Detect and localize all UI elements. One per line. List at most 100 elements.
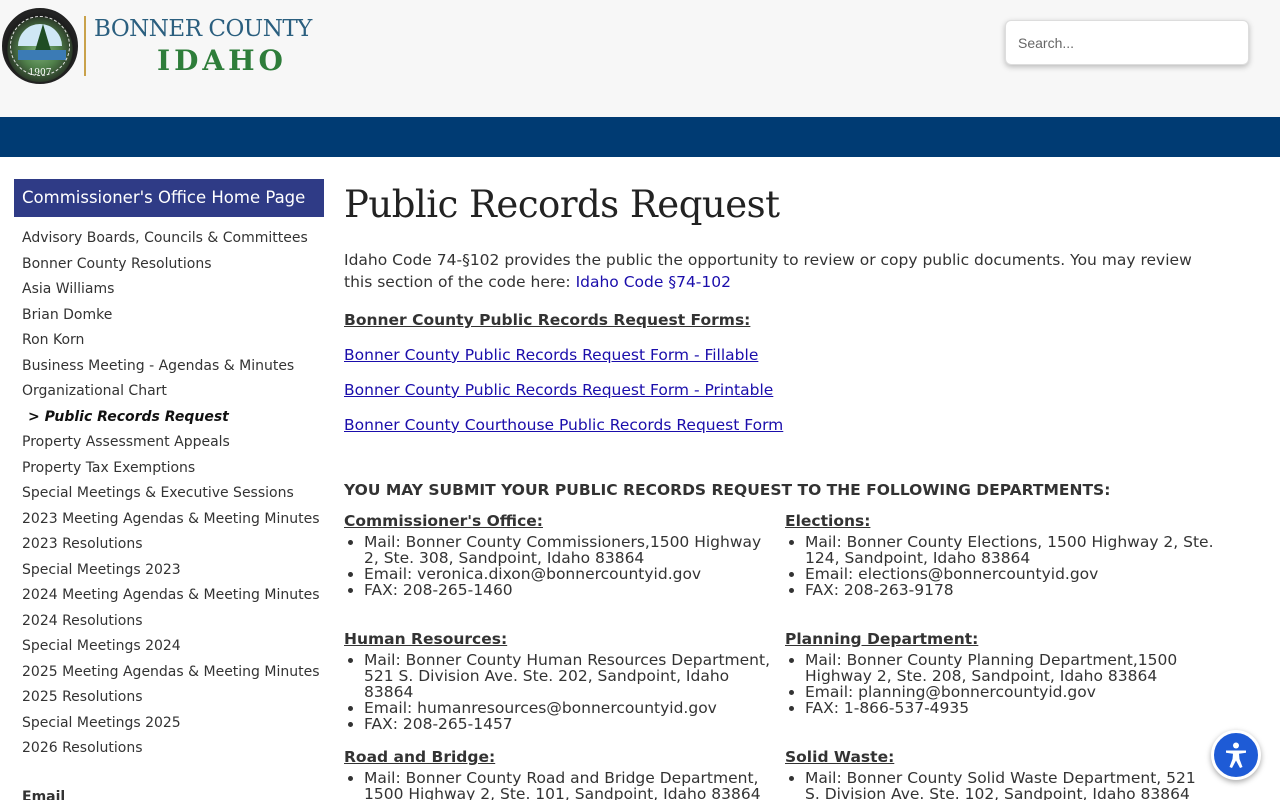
- department-mail: Mail: Bonner County Commissioners,1500 H…: [364, 534, 774, 566]
- department-elections: Elections: Mail: Bonner County Elections…: [785, 510, 1215, 598]
- department-contact-list: Mail: Bonner County Human Resources Depa…: [364, 652, 774, 732]
- sidebar-item-link[interactable]: Asia Williams: [22, 281, 114, 297]
- sidebar-item-link[interactable]: 2023 Resolutions: [22, 536, 143, 552]
- idaho-code-link[interactable]: Idaho Code §74-102: [576, 273, 731, 291]
- sidebar-item: 2025 Resolutions: [14, 685, 324, 711]
- sidebar-home-link[interactable]: Commissioner's Office Home Page: [14, 179, 324, 217]
- search-box: [1005, 20, 1249, 65]
- sidebar-item-link[interactable]: 2026 Resolutions: [22, 740, 143, 756]
- sidebar-item: Special Meetings 2025: [14, 711, 324, 737]
- department-title: Commissioner's Office:: [344, 512, 543, 530]
- accessibility-icon: [1226, 742, 1246, 768]
- sidebar-item-link[interactable]: 2024 Resolutions: [22, 613, 143, 629]
- department-fax: FAX: 208-263-9178: [805, 582, 1215, 598]
- sidebar-item-link[interactable]: 2023 Meeting Agendas & Meeting Minutes: [22, 511, 320, 527]
- departments-heading: YOU MAY SUBMIT YOUR PUBLIC RECORDS REQUE…: [344, 481, 1111, 499]
- logo-text-state: IDAHO: [157, 44, 287, 77]
- department-title: Human Resources:: [344, 630, 508, 648]
- logo-divider: [84, 16, 86, 76]
- department-mail: Mail: Bonner County Elections, 1500 High…: [805, 534, 1215, 566]
- sidebar-item-link[interactable]: Property Tax Exemptions: [22, 460, 195, 476]
- page-title: Public Records Request: [344, 183, 780, 226]
- department-fax: FAX: 208-265-1460: [364, 582, 774, 598]
- sidebar-item: Organizational Chart: [14, 379, 324, 405]
- department-title: Solid Waste:: [785, 748, 895, 766]
- seal-year: 1907: [28, 68, 52, 78]
- sidebar-item: Bonner County Resolutions: [14, 252, 324, 278]
- sidebar-item-link[interactable]: Property Assessment Appeals: [22, 434, 230, 450]
- department-title: Road and Bridge:: [344, 748, 496, 766]
- sidebar-item-link[interactable]: Brian Domke: [22, 307, 112, 323]
- sidebar-item-link[interactable]: Bonner County Resolutions: [22, 256, 212, 272]
- sidebar-item-link[interactable]: Advisory Boards, Councils & Committees: [22, 230, 308, 246]
- sidebar-item: 2023 Resolutions: [14, 532, 324, 558]
- sidebar-item: 2025 Meeting Agendas & Meeting Minutes: [14, 660, 324, 686]
- department-title: Planning Department:: [785, 630, 979, 648]
- department-title: Elections:: [785, 512, 871, 530]
- sidebar-item-link[interactable]: 2024 Meeting Agendas & Meeting Minutes: [22, 587, 320, 603]
- sidebar-item: Special Meetings & Executive Sessions: [14, 481, 324, 507]
- department-mail: Mail: Bonner County Solid Waste Departme…: [805, 770, 1215, 800]
- sidebar-item-link-current[interactable]: > Public Records Request: [28, 409, 229, 425]
- form-link-courthouse[interactable]: Bonner County Courthouse Public Records …: [344, 414, 1224, 436]
- sidebar-item: Property Assessment Appeals: [14, 430, 324, 456]
- department-mail: Mail: Bonner County Road and Bridge Depa…: [364, 770, 774, 800]
- sidebar-item-link[interactable]: Special Meetings & Executive Sessions: [22, 485, 294, 501]
- sidebar-item-link[interactable]: Organizational Chart: [22, 383, 167, 399]
- department-contact-list: Mail: Bonner County Commissioners,1500 H…: [364, 534, 774, 598]
- sidebar-item-link[interactable]: Business Meeting - Agendas & Minutes: [22, 358, 294, 374]
- sidebar-item: Special Meetings 2023: [14, 558, 324, 584]
- department-planning: Planning Department: Mail: Bonner County…: [785, 628, 1215, 716]
- search-input[interactable]: [1006, 21, 1248, 64]
- department-fax: FAX: 1-866-537-4935: [805, 700, 1215, 716]
- logo-text-county: BONNER COUNTY: [94, 16, 312, 42]
- department-contact-list: Mail: Bonner County Elections, 1500 High…: [805, 534, 1215, 598]
- department-email: Email: elections@bonnercountyid.gov: [805, 566, 1215, 582]
- accessibility-button[interactable]: [1211, 730, 1261, 780]
- sidebar-item-link[interactable]: 2025 Meeting Agendas & Meeting Minutes: [22, 664, 320, 680]
- county-seal-icon: 1907: [2, 8, 78, 84]
- sidebar-item-link[interactable]: 2025 Resolutions: [22, 689, 143, 705]
- sidebar: Commissioner's Office Home Page Advisory…: [14, 179, 324, 762]
- sidebar-item: 2024 Meeting Agendas & Meeting Minutes: [14, 583, 324, 609]
- sidebar-list: Advisory Boards, Councils & Committees B…: [14, 226, 324, 762]
- department-human-resources: Human Resources: Mail: Bonner County Hum…: [344, 628, 774, 732]
- sidebar-item: Ron Korn: [14, 328, 324, 354]
- department-road-and-bridge: Road and Bridge: Mail: Bonner County Roa…: [344, 746, 774, 800]
- intro-paragraph: Idaho Code 74-§102 provides the public t…: [344, 249, 1204, 293]
- department-mail: Mail: Bonner County Planning Department,…: [805, 652, 1215, 684]
- form-link-fillable[interactable]: Bonner County Public Records Request For…: [344, 344, 1224, 366]
- sidebar-item: Property Tax Exemptions: [14, 456, 324, 482]
- department-email: Email: planning@bonnercountyid.gov: [805, 684, 1215, 700]
- main-content: Public Records Request Idaho Code 74-§10…: [344, 179, 1224, 501]
- department-contact-list: Mail: Bonner County Road and Bridge Depa…: [364, 770, 774, 800]
- department-commissioners: Commissioner's Office: Mail: Bonner Coun…: [344, 510, 774, 598]
- sidebar-email-heading: Email: [22, 789, 66, 800]
- sidebar-item: Business Meeting - Agendas & Minutes: [14, 354, 324, 380]
- forms-heading: Bonner County Public Records Request For…: [344, 311, 751, 329]
- department-email: Email: veronica.dixon@bonnercountyid.gov: [364, 566, 774, 582]
- sidebar-item: 2026 Resolutions: [14, 736, 324, 762]
- sidebar-item: Advisory Boards, Councils & Committees: [14, 226, 324, 252]
- sidebar-item-link[interactable]: Ron Korn: [22, 332, 84, 348]
- sidebar-item-link[interactable]: Special Meetings 2023: [22, 562, 181, 578]
- site-logo[interactable]: 1907 BONNER COUNTY IDAHO: [0, 6, 312, 86]
- main-navigation-bar: [0, 117, 1280, 157]
- form-link-printable[interactable]: Bonner County Public Records Request For…: [344, 379, 1224, 401]
- department-mail: Mail: Bonner County Human Resources Depa…: [364, 652, 774, 700]
- department-fax: FAX: 208-265-1457: [364, 716, 774, 732]
- sidebar-item: Brian Domke: [14, 303, 324, 329]
- sidebar-item-current: > Public Records Request: [14, 405, 324, 431]
- sidebar-item: Asia Williams: [14, 277, 324, 303]
- sidebar-item: 2023 Meeting Agendas & Meeting Minutes: [14, 507, 324, 533]
- sidebar-item-link[interactable]: Special Meetings 2025: [22, 715, 181, 731]
- sidebar-item: 2024 Resolutions: [14, 609, 324, 635]
- sidebar-item-link[interactable]: Special Meetings 2024: [22, 638, 181, 654]
- department-solid-waste: Solid Waste: Mail: Bonner County Solid W…: [785, 746, 1215, 800]
- intro-text: Idaho Code 74-§102 provides the public t…: [344, 251, 1192, 291]
- sidebar-item: Special Meetings 2024: [14, 634, 324, 660]
- department-contact-list: Mail: Bonner County Planning Department,…: [805, 652, 1215, 716]
- site-header: 1907 BONNER COUNTY IDAHO: [0, 0, 1280, 117]
- department-contact-list: Mail: Bonner County Solid Waste Departme…: [805, 770, 1215, 800]
- department-email: Email: humanresources@bonnercountyid.gov: [364, 700, 774, 716]
